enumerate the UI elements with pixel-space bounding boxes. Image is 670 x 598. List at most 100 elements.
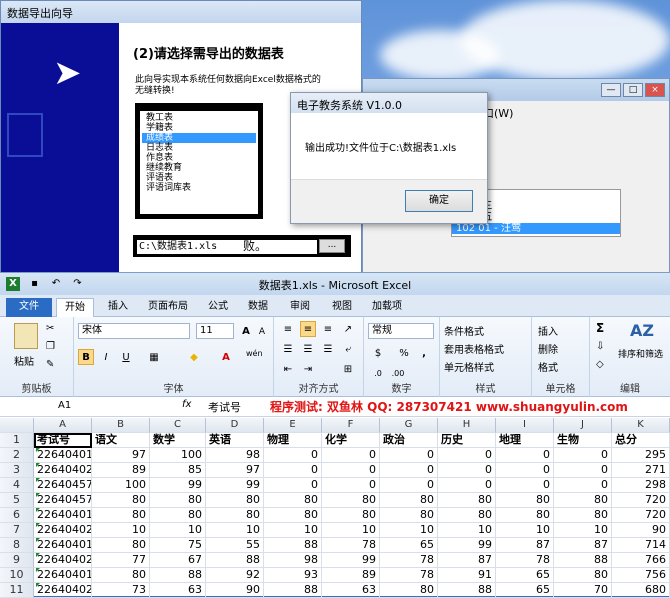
cell[interactable]: 720 [612, 493, 670, 508]
number-format-select[interactable]: 常规 [368, 323, 434, 339]
row-header[interactable]: 9 [0, 553, 34, 568]
decrease-decimal-icon[interactable]: .00 [390, 365, 406, 381]
format-painter-icon[interactable]: ✎ [46, 359, 54, 370]
cell[interactable]: 100 [92, 478, 150, 493]
sort-filter-button[interactable]: 排序和筛选 [618, 347, 663, 360]
cell[interactable]: 75 [150, 538, 206, 553]
tab-5[interactable]: 数据 [240, 298, 276, 317]
tab-8[interactable]: 加载项 [364, 298, 410, 317]
tab-6[interactable]: 审阅 [282, 298, 318, 317]
table-listbox[interactable]: 教工表 学籍表 成绩表 日志表 作息表 继续教育 评语表 评语词库表 [135, 103, 263, 219]
align-top-icon[interactable]: ≡ [280, 321, 296, 337]
cell[interactable]: 10 [380, 523, 438, 538]
cell[interactable]: 0 [380, 478, 438, 493]
column-header[interactable]: C [150, 418, 206, 433]
cell[interactable]: 88 [150, 568, 206, 583]
maximize-button[interactable]: □ [623, 83, 643, 97]
column-header[interactable]: D [206, 418, 264, 433]
column-header[interactable]: H [438, 418, 496, 433]
column-header[interactable]: G [380, 418, 438, 433]
cell[interactable]: 10 [264, 523, 322, 538]
cell[interactable]: 0 [496, 448, 554, 463]
percent-button[interactable]: % [396, 345, 412, 361]
phonetic-button[interactable]: wén [246, 349, 263, 358]
tab-7[interactable]: 视图 [324, 298, 360, 317]
table-list-item[interactable]: 成绩表 [142, 133, 256, 143]
clear-icon[interactable]: ◇ [596, 359, 604, 370]
cell[interactable]: 0 [264, 463, 322, 478]
table-list-item[interactable]: 作息表 [142, 153, 256, 163]
cell[interactable]: 99 [438, 538, 496, 553]
align-right-icon[interactable]: ☰ [320, 341, 336, 357]
cell[interactable]: 10 [92, 523, 150, 538]
close-button[interactable]: × [645, 83, 665, 97]
cell[interactable]: 语文 [92, 433, 150, 448]
border-icon[interactable]: ▦ [146, 349, 162, 365]
cell[interactable]: 78 [380, 553, 438, 568]
table-list-item[interactable]: 继续教育 [142, 163, 256, 173]
cell[interactable]: 10 [554, 523, 612, 538]
orientation-icon[interactable]: ↗ [340, 321, 356, 337]
insert-button[interactable]: 插入 [538, 323, 558, 338]
cell[interactable]: 90 [612, 523, 670, 538]
cell[interactable]: 766 [612, 553, 670, 568]
cell[interactable]: 22640457 [34, 493, 92, 508]
font-name-select[interactable]: 宋体 [78, 323, 190, 339]
cell[interactable]: 78 [380, 568, 438, 583]
column-header[interactable]: F [322, 418, 380, 433]
cell[interactable]: 22640402 [34, 463, 92, 478]
cell[interactable]: 0 [438, 448, 496, 463]
cell[interactable]: 97 [206, 463, 264, 478]
cell[interactable]: 77 [92, 553, 150, 568]
row-header[interactable]: 3 [0, 463, 34, 478]
fill-icon[interactable]: ⇩ [596, 341, 604, 352]
underline-button[interactable]: U [118, 349, 134, 365]
cell[interactable]: 89 [92, 463, 150, 478]
cell[interactable]: 97 [92, 448, 150, 463]
cell[interactable]: 92 [206, 568, 264, 583]
minimize-button[interactable]: — [601, 83, 621, 97]
cell[interactable]: 80 [92, 493, 150, 508]
cell[interactable]: 93 [264, 568, 322, 583]
row-header[interactable]: 4 [0, 478, 34, 493]
decrease-indent-icon[interactable]: ⇤ [280, 361, 296, 377]
cell[interactable]: 65 [496, 568, 554, 583]
table-format-button[interactable]: 套用表格格式 [444, 341, 504, 356]
cell[interactable]: 地理 [496, 433, 554, 448]
cell[interactable]: 22640457 [34, 478, 92, 493]
grow-font-button[interactable]: A [238, 323, 254, 339]
font-color-icon[interactable]: A [218, 349, 234, 365]
column-header[interactable]: I [496, 418, 554, 433]
cell[interactable]: 99 [150, 478, 206, 493]
cell[interactable]: 0 [496, 463, 554, 478]
column-header[interactable]: B [92, 418, 150, 433]
cell[interactable]: 756 [612, 568, 670, 583]
cell[interactable]: 80 [554, 493, 612, 508]
cell[interactable]: 0 [496, 478, 554, 493]
cell[interactable]: 0 [380, 448, 438, 463]
student-list-item[interactable]: 102 01 - 汪莺 [452, 223, 620, 234]
row-header[interactable]: 5 [0, 493, 34, 508]
cell[interactable]: 80 [92, 538, 150, 553]
path-input[interactable]: C:\数据表1.xls [137, 240, 317, 254]
cell[interactable]: 0 [264, 478, 322, 493]
sort-icon[interactable]: AZ [630, 321, 654, 340]
cell[interactable]: 99 [322, 553, 380, 568]
row-header[interactable]: 2 [0, 448, 34, 463]
cell[interactable]: 0 [554, 463, 612, 478]
cell[interactable]: 80 [92, 508, 150, 523]
cell[interactable]: 87 [438, 553, 496, 568]
cell[interactable]: 98 [206, 448, 264, 463]
table-list-item[interactable]: 日志表 [142, 143, 256, 153]
column-header[interactable]: A [34, 418, 92, 433]
cell[interactable]: 714 [612, 538, 670, 553]
cell[interactable]: 295 [612, 448, 670, 463]
cell[interactable]: 化学 [322, 433, 380, 448]
cell[interactable]: 0 [438, 463, 496, 478]
cell[interactable]: 历史 [438, 433, 496, 448]
cell[interactable]: 100 [150, 448, 206, 463]
cell[interactable]: 0 [554, 448, 612, 463]
fx-icon[interactable]: fx [182, 399, 191, 410]
cell[interactable]: 22640402 [34, 523, 92, 538]
cell[interactable]: 80 [322, 493, 380, 508]
